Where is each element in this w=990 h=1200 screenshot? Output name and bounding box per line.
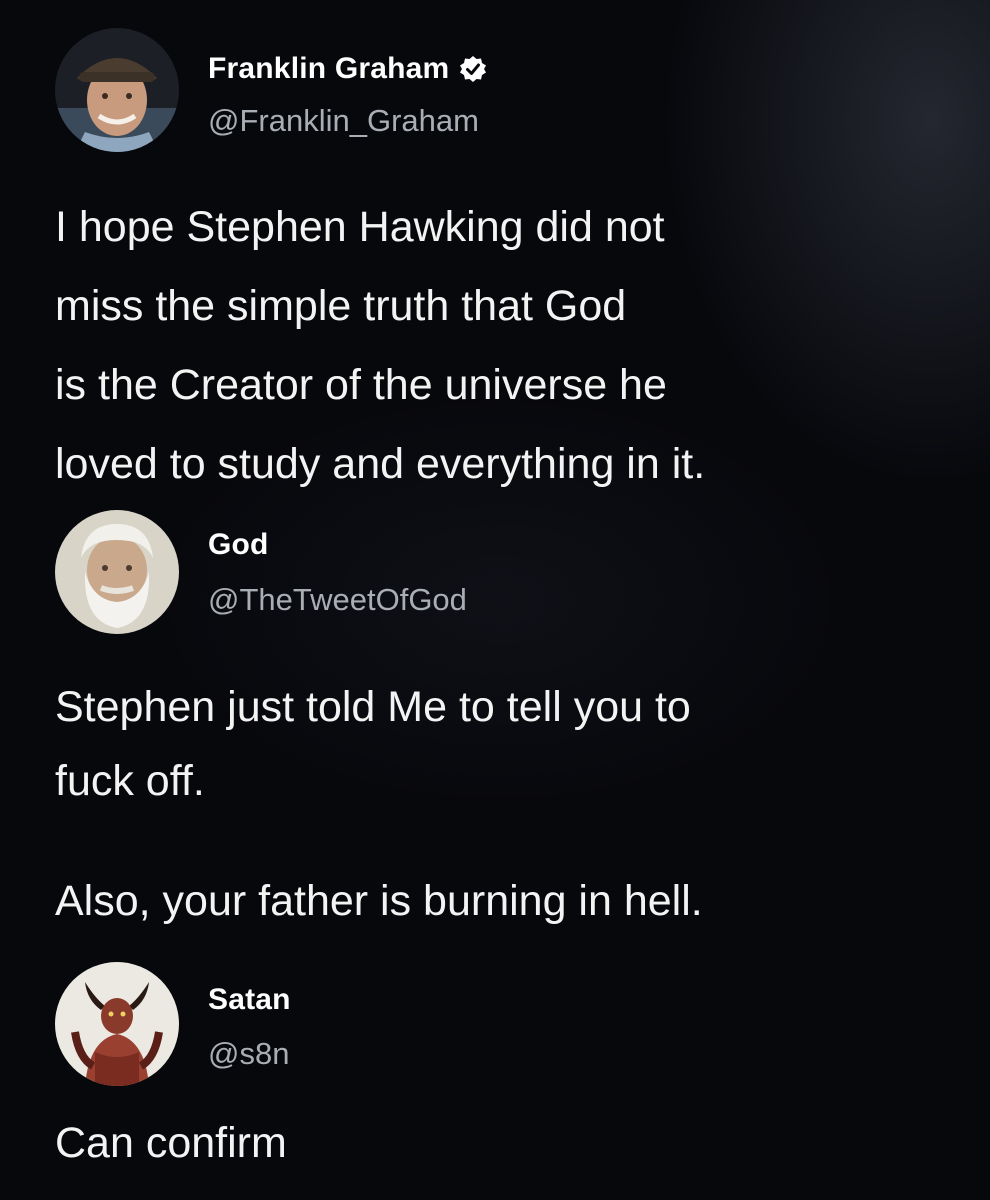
author-handle[interactable]: @s8n	[208, 1036, 289, 1072]
avatar-franklin-graham-image	[55, 28, 179, 152]
tweet-text-second-paragraph: Also, your father is burning in hell.	[55, 877, 703, 925]
tweet-text: Can confirm	[55, 1119, 287, 1167]
author-name[interactable]: God	[208, 528, 269, 562]
avatar[interactable]	[55, 28, 179, 152]
tweet-text: Stephen just told Me to tell you to fuck…	[55, 683, 691, 805]
verified-badge-icon	[460, 56, 487, 82]
tweet-text: I hope Stephen Hawking did not miss the …	[55, 203, 706, 488]
avatar[interactable]	[55, 962, 179, 1086]
author-name[interactable]: Satan	[208, 983, 291, 1017]
avatar-god-image	[55, 510, 179, 634]
author-row: God	[208, 528, 269, 562]
author-name[interactable]: Franklin Graham	[208, 52, 449, 86]
author-handle[interactable]: @Franklin_Graham	[208, 103, 479, 139]
author-row: Satan	[208, 983, 291, 1017]
avatar-satan-image	[55, 962, 179, 1086]
author-row: Franklin Graham	[208, 52, 487, 86]
author-handle[interactable]: @TheTweetOfGod	[208, 582, 467, 618]
avatar[interactable]	[55, 510, 179, 634]
